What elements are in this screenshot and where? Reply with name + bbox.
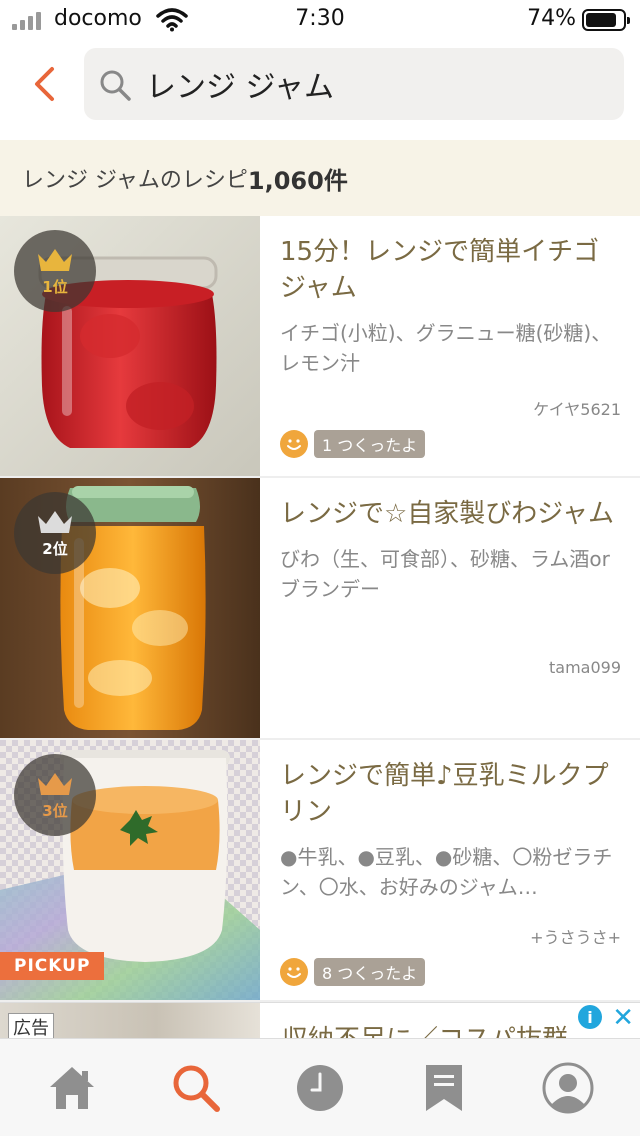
- back-button[interactable]: [22, 62, 66, 106]
- ad-banner[interactable]: 広告 収納不足に／コスパ抜群 i ✕: [0, 1002, 640, 1038]
- result-count-bar: レンジ ジャムのレシピ 1,060件: [0, 140, 640, 216]
- result-count-number: 1,060件: [247, 166, 348, 195]
- recipe-ingredients: イチゴ(小粒)、グラニュー糖(砂糖)、レモン汁: [280, 321, 612, 375]
- recipe-card[interactable]: 1位 15分！レンジで簡単イチゴジャム イチゴ(小粒)、グラニュー糖(砂糖)、レ…: [0, 216, 640, 478]
- search-header: [0, 40, 640, 140]
- adchoices-icon[interactable]: i: [578, 1005, 602, 1029]
- recipe-info: レンジで☆自家製びわジャム びわ（生、可食部）、砂糖、ラム酒orブランデー ta…: [280, 496, 625, 726]
- tsukurepo-badge: 8 つくったよ: [280, 958, 426, 986]
- tab-search[interactable]: [161, 1053, 231, 1123]
- rank-label: 3位: [42, 801, 68, 820]
- crown-icon: [38, 772, 72, 795]
- home-icon: [50, 1066, 94, 1109]
- recipe-title[interactable]: レンジで☆自家製びわジャム: [280, 496, 625, 532]
- tsukurepo-count: 8 つくったよ: [314, 958, 426, 986]
- tab-profile[interactable]: [533, 1053, 603, 1123]
- result-count-label: レンジ ジャムのレシピ: [22, 168, 248, 193]
- crown-icon: [38, 510, 72, 533]
- tab-bookmark[interactable]: [409, 1053, 479, 1123]
- battery-icon: [582, 9, 630, 31]
- rank-label: 2位: [42, 539, 68, 558]
- ad-title[interactable]: 収納不足に／コスパ抜群: [282, 1019, 568, 1038]
- search-icon: [100, 70, 131, 101]
- recipe-card[interactable]: 3位 PICKUP レンジで簡単♪豆乳ミルクプリン ●牛乳、●豆乳、●砂糖、〇粉…: [0, 740, 640, 1002]
- recipe-thumbnail: 3位 PICKUP: [0, 740, 260, 1000]
- close-icon[interactable]: ✕: [612, 1003, 634, 1033]
- rank-badge: 1位: [14, 230, 96, 312]
- smile-icon: [280, 430, 308, 458]
- recipe-thumbnail: 2位: [0, 478, 260, 738]
- rank-badge: 3位: [14, 754, 96, 836]
- recipe-author[interactable]: tama099: [549, 658, 621, 677]
- search-input[interactable]: [146, 48, 606, 120]
- battery-percent: 74%: [527, 6, 576, 31]
- recipe-thumbnail: 1位: [0, 216, 260, 476]
- recipe-author[interactable]: ケイヤ5621: [533, 396, 621, 420]
- chevron-left-icon: [35, 67, 54, 101]
- smile-icon: [280, 958, 308, 986]
- tab-bar: [0, 1038, 640, 1136]
- status-bar: docomo 7:30 74%: [0, 0, 640, 40]
- tsukurepo-badge: 1 つくったよ: [280, 430, 426, 458]
- recipe-title[interactable]: レンジで簡単♪豆乳ミルクプリン: [280, 758, 625, 830]
- tab-history[interactable]: [285, 1053, 355, 1123]
- recipe-info: レンジで簡単♪豆乳ミルクプリン ●牛乳、●豆乳、●砂糖、〇粉ゼラチン、〇水、お好…: [280, 758, 625, 988]
- tsukurepo-count: 1 つくったよ: [314, 430, 426, 458]
- crown-icon: [38, 248, 72, 271]
- search-icon: [173, 1065, 220, 1112]
- profile-icon: [542, 1062, 594, 1113]
- recipe-title[interactable]: 15分！レンジで簡単イチゴジャム: [280, 234, 625, 306]
- recipe-author[interactable]: +うさうさ+: [530, 924, 621, 948]
- rank-label: 1位: [42, 277, 68, 296]
- recipe-list: 1位 15分！レンジで簡単イチゴジャム イチゴ(小粒)、グラニュー糖(砂糖)、レ…: [0, 216, 640, 1002]
- recipe-ingredients: びわ（生、可食部）、砂糖、ラム酒orブランデー: [280, 547, 610, 601]
- bookmark-icon: [426, 1064, 462, 1111]
- ad-label: 広告: [8, 1013, 54, 1038]
- recipe-info: 15分！レンジで簡単イチゴジャム イチゴ(小粒)、グラニュー糖(砂糖)、レモン汁…: [280, 234, 625, 464]
- history-icon: [297, 1064, 343, 1111]
- recipe-card[interactable]: 2位 レンジで☆自家製びわジャム びわ（生、可食部）、砂糖、ラム酒orブランデー…: [0, 478, 640, 740]
- search-box[interactable]: [84, 48, 624, 120]
- rank-badge: 2位: [14, 492, 96, 574]
- recipe-ingredients: ●牛乳、●豆乳、●砂糖、〇粉ゼラチン、〇水、お好みのジャム…: [280, 845, 613, 899]
- pickup-badge: PICKUP: [0, 952, 105, 980]
- tab-home[interactable]: [37, 1053, 107, 1123]
